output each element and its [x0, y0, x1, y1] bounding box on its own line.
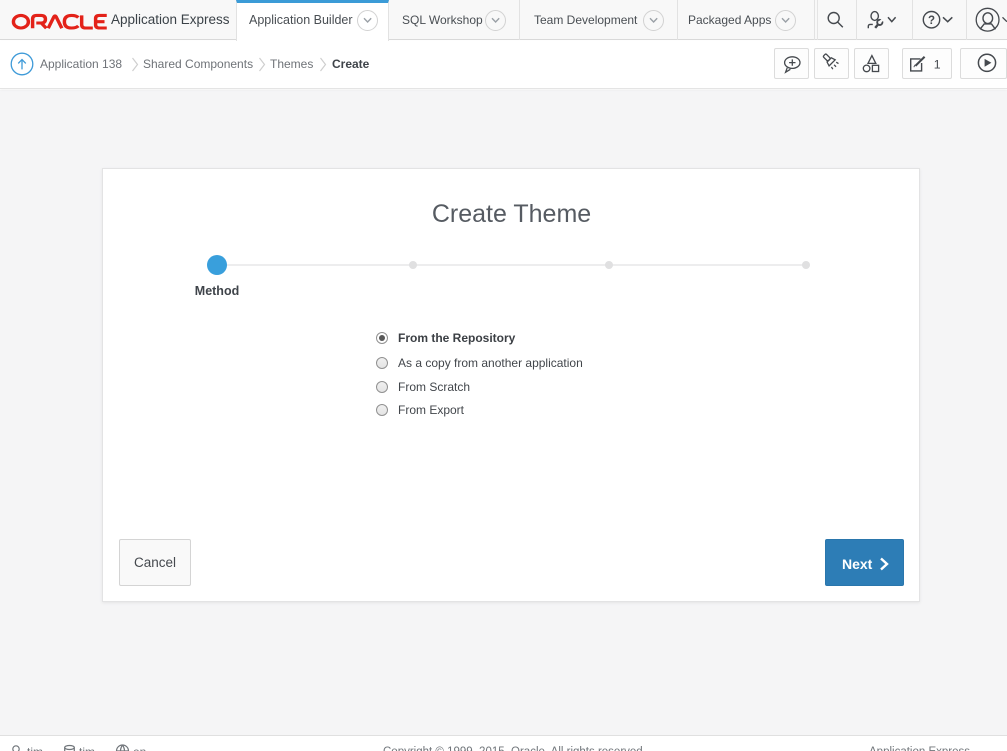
svg-text:1: 1	[934, 57, 941, 71]
svg-text:?: ?	[928, 15, 935, 27]
